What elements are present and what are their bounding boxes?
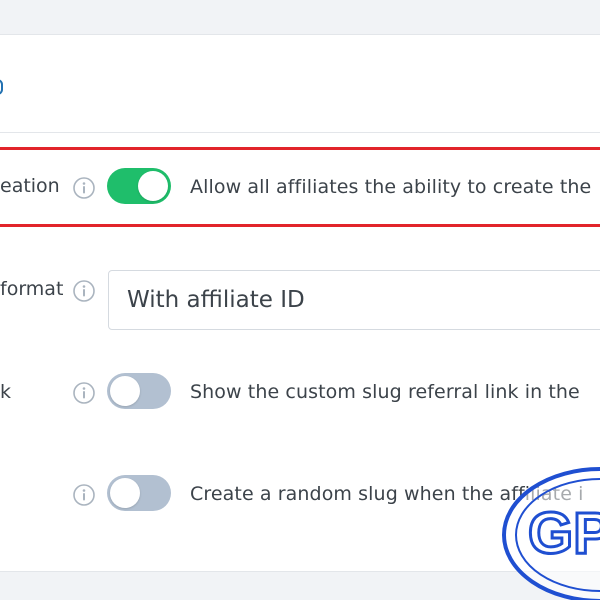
- highlight-annotation-box: [0, 147, 600, 227]
- toggle-knob: [110, 376, 140, 406]
- slug-format-selected-value: With affiliate ID: [127, 287, 305, 313]
- setting-description-show-link: Show the custom slug referral link in th…: [190, 381, 580, 403]
- section-header: [0, 35, 600, 133]
- info-circle-icon[interactable]: [72, 381, 96, 405]
- random-slug-toggle[interactable]: [107, 475, 171, 511]
- page-viewport: eation Allow all affiliates the ability …: [0, 0, 600, 600]
- toggle-knob: [110, 478, 140, 508]
- header-accent-mark: [0, 79, 3, 95]
- show-link-toggle[interactable]: [107, 373, 171, 409]
- info-circle-icon[interactable]: [72, 279, 96, 303]
- slug-format-select[interactable]: With affiliate ID: [108, 270, 600, 330]
- setting-label-slug-format: format: [0, 278, 64, 300]
- setting-description-random-slug: Create a random slug when the affiliate …: [190, 483, 584, 505]
- setting-label-show-link: k: [0, 381, 12, 403]
- info-circle-icon[interactable]: [72, 483, 96, 507]
